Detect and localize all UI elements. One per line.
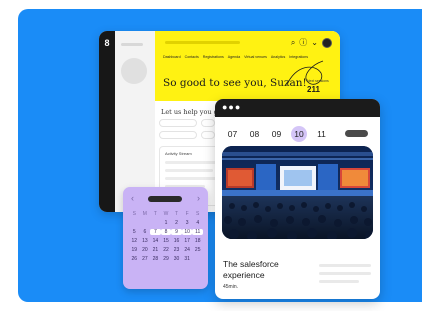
next-month-icon[interactable]: › xyxy=(197,193,200,203)
calendar-day[interactable]: 17 xyxy=(182,238,193,244)
placeholder-bar xyxy=(121,43,143,46)
calendar-day[interactable]: 9 xyxy=(171,229,182,235)
calendar-day[interactable]: 26 xyxy=(129,256,140,262)
weekday-label: T xyxy=(175,211,179,217)
calendar-grid: S M T W T F S 1 2 3 4 5 6 7 8 9 10 11 12 13 14 15 16 17 18 19 20 21… xyxy=(129,211,203,262)
weekday-label: W xyxy=(163,211,169,217)
conference-hall-image xyxy=(222,146,373,239)
calendar-day[interactable]: 21 xyxy=(150,247,161,253)
calendar-day[interactable]: 5 xyxy=(129,229,140,235)
weekday-label: F xyxy=(185,211,189,217)
chevron-down-icon[interactable]: ⌄ xyxy=(311,38,318,47)
prev-month-icon[interactable]: ‹ xyxy=(131,193,134,203)
hero-background: 8 ⌕ ⓘ ⌄ Dashboard Contacts Registrations… xyxy=(18,9,422,302)
calendar-empty xyxy=(140,220,151,226)
calendar-day[interactable]: 2 xyxy=(171,220,182,226)
calendar-day[interactable]: 4 xyxy=(192,220,203,226)
date-07[interactable]: 07 xyxy=(225,129,240,139)
event-photo xyxy=(222,146,373,239)
nav-contacts[interactable]: Contacts xyxy=(185,55,199,59)
calendar-day[interactable]: 12 xyxy=(129,238,140,244)
detail-line xyxy=(319,264,371,267)
stat-value: 211 xyxy=(307,85,320,94)
calendar-day[interactable]: 8 xyxy=(160,229,172,235)
event-window: ●●● 07 08 09 10 11 The salesforce experi… xyxy=(215,99,380,299)
calendar-day[interactable]: 24 xyxy=(182,247,193,253)
calendar-day[interactable]: 3 xyxy=(182,220,193,226)
user-avatar[interactable] xyxy=(322,37,332,48)
weekday-label: S xyxy=(196,211,200,217)
calendar-day[interactable]: 1 xyxy=(161,220,172,226)
greeting-text: So good to see you, Suzan! xyxy=(163,77,307,89)
calendar-day[interactable]: 10 xyxy=(181,229,193,235)
detail-line xyxy=(319,272,371,275)
calendar-card: ‹ › S M T W T F S 1 2 3 4 5 6 7 8 9 10 11 12 13 14 15 16 17 18 19… xyxy=(123,187,208,289)
weekday-label: S xyxy=(132,211,136,217)
help-field[interactable] xyxy=(201,131,215,139)
calendar-day[interactable]: 14 xyxy=(150,238,161,244)
help-field[interactable] xyxy=(201,119,215,127)
header-actions: ⌕ ⓘ ⌄ xyxy=(291,37,332,48)
calendar-day[interactable]: 25 xyxy=(192,247,203,253)
nav-registrations[interactable]: Registrations xyxy=(203,55,224,59)
calendar-day[interactable]: 20 xyxy=(140,247,151,253)
profile-avatar-placeholder xyxy=(121,58,147,84)
header-search-bar[interactable] xyxy=(165,41,240,44)
profile-panel xyxy=(115,31,155,212)
calendar-day[interactable]: 15 xyxy=(161,238,172,244)
weekday-label: T xyxy=(153,211,157,217)
calendar-day[interactable]: 18 xyxy=(192,238,203,244)
calendar-empty xyxy=(150,220,161,226)
date-10-selected[interactable]: 10 xyxy=(291,126,307,142)
date-selector: 07 08 09 10 11 xyxy=(225,126,329,142)
help-field[interactable] xyxy=(159,131,197,139)
activity-title: Activity Stream xyxy=(165,151,192,156)
calendar-day[interactable]: 28 xyxy=(150,256,161,262)
weekday-label: M xyxy=(142,211,147,217)
calendar-month-label xyxy=(148,196,182,202)
window-dots-icon: ●●● xyxy=(222,102,242,112)
nav-analytics[interactable]: Analytics xyxy=(271,55,285,59)
calendar-day[interactable]: 7 xyxy=(150,229,161,235)
help-field[interactable] xyxy=(159,119,197,127)
event-duration: 45min. xyxy=(223,284,239,290)
calendar-empty xyxy=(129,220,140,226)
calendar-day[interactable]: 27 xyxy=(140,256,151,262)
calendar-day[interactable]: 29 xyxy=(161,256,172,262)
date-08[interactable]: 08 xyxy=(247,129,262,139)
calendar-day[interactable]: 31 xyxy=(182,256,193,262)
calendar-day[interactable]: 13 xyxy=(140,238,151,244)
search-icon[interactable]: ⌕ xyxy=(291,38,295,48)
side-rail: 8 xyxy=(99,31,115,212)
calendar-day[interactable]: 11 xyxy=(192,229,203,235)
calendar-day[interactable]: 22 xyxy=(161,247,172,253)
event-title: The salesforce experience xyxy=(223,259,279,280)
nav-dashboard[interactable]: Dashboard xyxy=(163,55,181,59)
activity-line xyxy=(165,169,213,172)
calendar-day[interactable]: 19 xyxy=(129,247,140,253)
date-09[interactable]: 09 xyxy=(269,129,284,139)
detail-line xyxy=(319,280,359,283)
app-logo: 8 xyxy=(104,38,110,48)
nav-agenda[interactable]: Agenda xyxy=(228,55,240,59)
calendar-empty xyxy=(192,256,203,262)
stat-label: Next sessions xyxy=(307,79,329,83)
nav-virtual-venues[interactable]: Virtual venues xyxy=(244,55,267,59)
event-titlebar: ●●● xyxy=(215,99,380,117)
help-icon[interactable]: ⓘ xyxy=(299,37,307,48)
welcome-header: ⌕ ⓘ ⌄ Dashboard Contacts Registrations A… xyxy=(155,31,340,101)
date-11[interactable]: 11 xyxy=(314,129,329,139)
activity-line xyxy=(165,177,220,180)
calendar-day[interactable]: 30 xyxy=(171,256,182,262)
calendar-day[interactable]: 16 xyxy=(171,238,182,244)
calendar-day[interactable]: 6 xyxy=(140,229,151,235)
date-toggle-pill[interactable] xyxy=(345,130,368,137)
calendar-day[interactable]: 23 xyxy=(171,247,182,253)
